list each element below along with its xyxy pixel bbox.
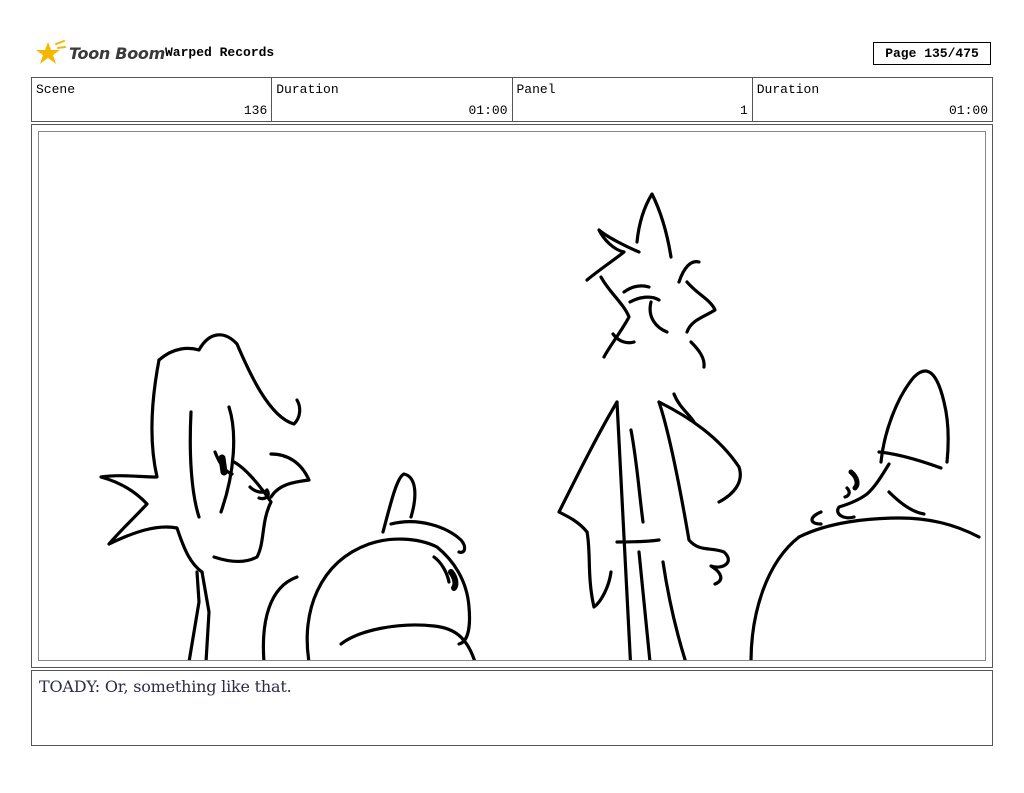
- character-left: [99, 333, 311, 660]
- scene-info-bar: Scene 136 Duration 01:00 Panel 1 Duratio…: [31, 77, 993, 122]
- page-number: Page 135/475: [873, 42, 991, 65]
- character-standing: [557, 192, 742, 660]
- character-right: [749, 369, 981, 660]
- panel-frame: [31, 124, 993, 668]
- dialog-box: TOADY: Or, something like that.: [31, 670, 993, 746]
- scene-cell: Scene 136: [32, 78, 273, 121]
- panel-label: Panel: [516, 82, 556, 97]
- scene-label: Scene: [36, 82, 76, 97]
- character-crouching: [261, 472, 476, 660]
- panel-duration-label: Duration: [756, 82, 820, 97]
- storyboard-sketch: [99, 192, 981, 660]
- panel-duration-value: 01:00: [948, 103, 988, 118]
- scene-duration-label: Duration: [276, 82, 339, 97]
- scene-value: 136: [243, 103, 268, 118]
- panel-image: [38, 131, 986, 661]
- panel-cell: Panel 1: [513, 78, 753, 121]
- toon-boom-star-icon: [36, 40, 66, 64]
- scene-duration-cell: Duration 01:00: [272, 78, 513, 121]
- panel-value: 1: [739, 103, 748, 118]
- scene-duration-value: 01:00: [468, 103, 508, 118]
- logo-text: Toon Boom: [69, 43, 165, 63]
- toon-boom-logo: Toon Boom: [34, 38, 165, 68]
- project-title: Warped Records: [165, 45, 275, 60]
- panel-duration-cell: Duration 01:00: [753, 78, 992, 121]
- dialog-text: TOADY: Or, something like that.: [39, 677, 292, 696]
